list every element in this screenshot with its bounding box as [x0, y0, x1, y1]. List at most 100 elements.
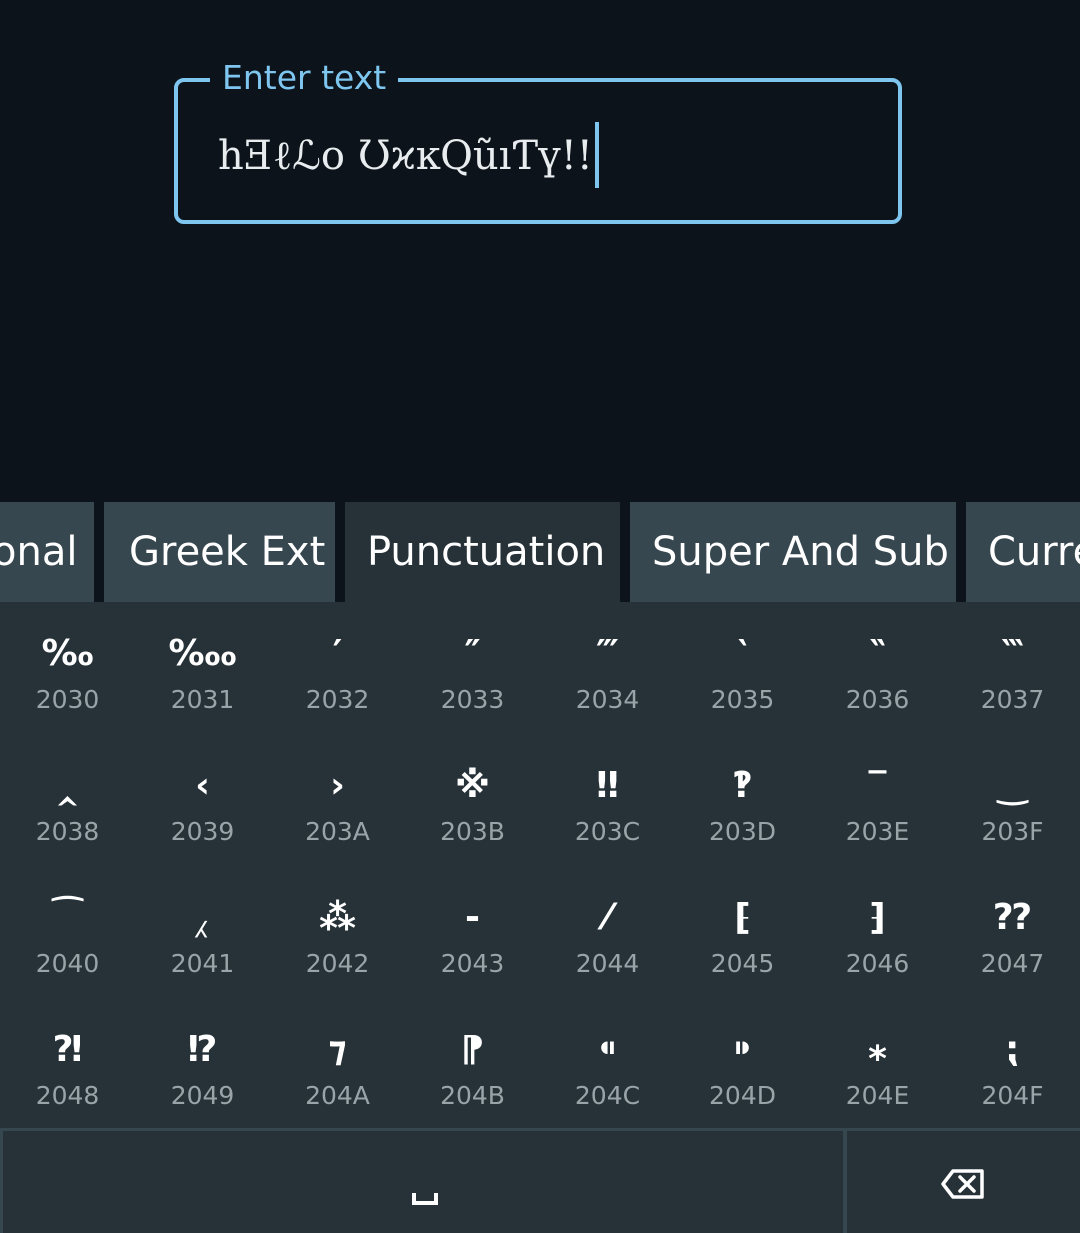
backspace-icon: [941, 1169, 984, 1199]
symbol-glyph: ′: [332, 633, 343, 674]
text-field-label: Enter text: [210, 56, 399, 100]
symbol-glyph: ›: [330, 765, 345, 806]
tab-label: onal: [0, 529, 78, 575]
symbol-code: 2042: [305, 949, 370, 978]
symbol-key-2030[interactable]: ‰ 2030: [0, 602, 135, 734]
symbol-code: 204E: [845, 1081, 910, 1110]
symbol-key-203f[interactable]: ‿ 203F: [945, 734, 1080, 866]
symbol-key-204f[interactable]: ⁏ 204F: [945, 998, 1080, 1130]
symbol-code: 204F: [981, 1081, 1044, 1110]
tab-punctuation[interactable]: Punctuation: [345, 502, 620, 602]
symbol-code: 2036: [845, 685, 910, 714]
tab-greek-ext[interactable]: Greek Ext: [104, 502, 335, 602]
backspace-key[interactable]: [847, 1131, 1080, 1233]
symbol-code: 204C: [574, 1081, 641, 1110]
symbol-code: 2044: [575, 949, 640, 978]
symbol-code: 2040: [35, 949, 100, 978]
symbol-key-203e[interactable]: ‾ 203E: [810, 734, 945, 866]
symbol-code: 204B: [440, 1081, 505, 1110]
symbol-code: 203B: [440, 817, 505, 846]
symbol-key-2042[interactable]: ⁂ 2042: [270, 866, 405, 998]
symbol-code: 2037: [980, 685, 1045, 714]
symbol-glyph: ⁍: [733, 1029, 752, 1070]
symbol-key-2036[interactable]: ‶ 2036: [810, 602, 945, 734]
symbol-key-2033[interactable]: ″ 2033: [405, 602, 540, 734]
symbol-glyph: ‵: [737, 633, 748, 674]
symbol-key-203a[interactable]: › 203A: [270, 734, 405, 866]
symbol-key-204e[interactable]: ⁎ 204E: [810, 998, 945, 1130]
text-field[interactable]: Enter text hƎℓℒo ƱϰĸQũıƬү!!: [174, 56, 902, 224]
symbol-code: 2033: [440, 685, 505, 714]
symbol-key-2044[interactable]: ⁄ 2044: [540, 866, 675, 998]
symbol-code: 2039: [170, 817, 235, 846]
symbol-glyph: ‹: [195, 765, 210, 806]
symbol-code: 2047: [980, 949, 1045, 978]
symbol-glyph: ‷: [1001, 633, 1024, 674]
symbol-glyph: ‰: [41, 633, 94, 674]
symbol-key-204c[interactable]: ⁌ 204C: [540, 998, 675, 1130]
symbol-glyph: ⁂: [319, 897, 356, 938]
space-key[interactable]: [3, 1131, 843, 1233]
symbol-key-2046[interactable]: ⁆ 2046: [810, 866, 945, 998]
symbol-key-2049[interactable]: ⁉ 2049: [135, 998, 270, 1130]
symbol-key-grid: ‰ 2030 ‱ 2031 ′ 2032 ″ 2033 ‴ 2034 ‵ 2035 ‶ 2036 ‷ 2037…: [0, 602, 1080, 1130]
symbol-glyph: ⁄: [604, 897, 611, 938]
symbol-code: 2049: [170, 1081, 235, 1110]
symbol-key-203d[interactable]: ‽ 203D: [675, 734, 810, 866]
symbol-code: 203D: [709, 817, 776, 846]
symbol-key-2034[interactable]: ‴ 2034: [540, 602, 675, 734]
symbol-key-203b[interactable]: ※ 203B: [405, 734, 540, 866]
symbol-keyboard: ‰ 2030 ‱ 2031 ′ 2032 ″ 2033 ‴ 2034 ‵ 2035 ‶ 2036 ‷ 2037…: [0, 602, 1080, 1128]
symbol-code: 2032: [305, 685, 370, 714]
symbol-glyph: ⁊: [328, 1029, 347, 1070]
tab-currency[interactable]: Curre: [966, 502, 1080, 602]
text-field-input[interactable]: hƎℓℒo ƱϰĸQũıƬү!!: [218, 122, 599, 188]
symbol-glyph: ‱: [168, 633, 237, 674]
symbol-glyph: ‿: [997, 765, 1028, 806]
symbol-glyph: ‾: [868, 765, 887, 806]
symbol-key-2039[interactable]: ‹ 2039: [135, 734, 270, 866]
symbol-code: 203A: [305, 817, 370, 846]
symbol-code: 2048: [35, 1081, 100, 1110]
symbol-key-2031[interactable]: ‱ 2031: [135, 602, 270, 734]
symbol-key-2037[interactable]: ‷ 2037: [945, 602, 1080, 734]
symbol-key-2038[interactable]: ‸ 2038: [0, 734, 135, 866]
symbol-glyph: ⁀: [52, 897, 83, 938]
symbol-key-2035[interactable]: ‵ 2035: [675, 602, 810, 734]
symbol-key-2032[interactable]: ′ 2032: [270, 602, 405, 734]
space-bar-icon: [412, 1193, 438, 1205]
bottom-bar: [0, 1128, 1080, 1233]
symbol-key-203c[interactable]: ‼ 203C: [540, 734, 675, 866]
symbol-key-204a[interactable]: ⁊ 204A: [270, 998, 405, 1130]
symbol-key-2048[interactable]: ⁈ 2048: [0, 998, 135, 1130]
symbol-code: 2041: [170, 949, 235, 978]
symbol-code: 2043: [440, 949, 505, 978]
symbol-code: 2031: [170, 685, 235, 714]
symbol-key-2045[interactable]: ⁅ 2045: [675, 866, 810, 998]
symbol-glyph: ⁇: [993, 897, 1032, 938]
tab-additional[interactable]: onal: [0, 502, 94, 602]
tab-super-and-sub[interactable]: Super And Sub: [630, 502, 956, 602]
tab-label: Greek Ext: [129, 529, 326, 575]
symbol-glyph: ‴: [596, 633, 619, 674]
symbol-glyph: ‶: [869, 633, 886, 674]
symbol-code: 204D: [709, 1081, 776, 1110]
symbol-code: 2034: [575, 685, 640, 714]
symbol-glyph: ‸: [54, 765, 81, 806]
symbol-code: 2046: [845, 949, 910, 978]
symbol-glyph: ⁁: [196, 897, 209, 938]
text-cursor: [594, 122, 599, 188]
symbol-code: 2030: [35, 685, 100, 714]
symbol-key-2043[interactable]: ⁃ 2043: [405, 866, 540, 998]
symbol-glyph: ″: [464, 633, 481, 674]
symbol-glyph: ⁌: [598, 1029, 617, 1070]
symbol-key-2047[interactable]: ⁇ 2047: [945, 866, 1080, 998]
symbol-key-2041[interactable]: ⁁ 2041: [135, 866, 270, 998]
symbol-code: 203F: [981, 817, 1044, 846]
symbol-glyph: ⁋: [461, 1029, 484, 1070]
symbol-glyph: ‽: [732, 765, 753, 806]
symbol-key-204b[interactable]: ⁋ 204B: [405, 998, 540, 1130]
symbol-key-2040[interactable]: ⁀ 2040: [0, 866, 135, 998]
symbol-glyph: ⁏: [1005, 1029, 1020, 1070]
symbol-key-204d[interactable]: ⁍ 204D: [675, 998, 810, 1130]
